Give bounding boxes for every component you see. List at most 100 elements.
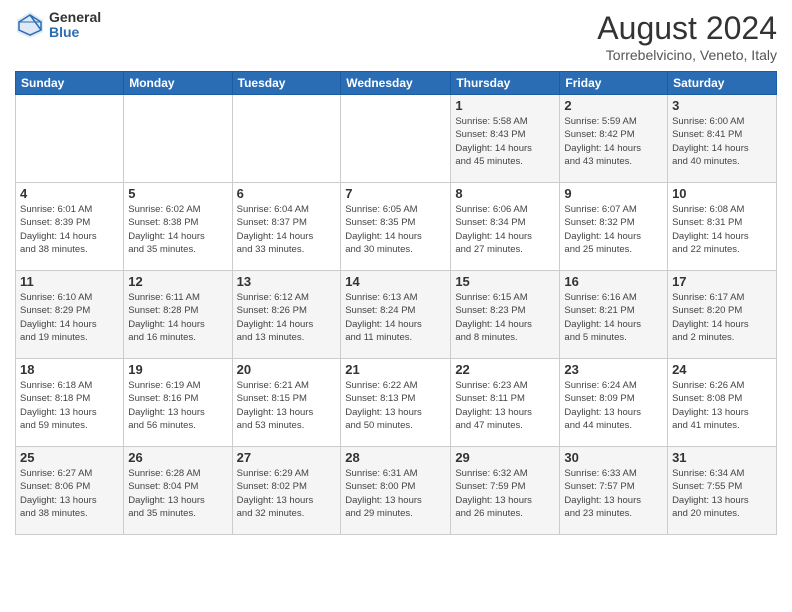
day-info: Sunrise: 6:12 AM Sunset: 8:26 PM Dayligh… xyxy=(237,291,337,344)
calendar-cell: 18Sunrise: 6:18 AM Sunset: 8:18 PM Dayli… xyxy=(16,359,124,447)
calendar-week-2: 11 Sunrise: 6:10 AM Sunset: 8:29 PM Dayli… xyxy=(16,271,777,359)
calendar-cell: 29Sunrise: 6:32 AM Sunset: 7:59 PM Dayli… xyxy=(451,447,560,535)
day-info: Sunrise: 6:26 AM Sunset: 8:08 PM Dayligh… xyxy=(672,379,772,432)
day-info: Sunrise: 5:58 AM Sunset: 8:43 PM Dayligh… xyxy=(455,115,555,168)
day-info: Sunrise: 6:17 AM Sunset: 8:20 PM Dayligh… xyxy=(672,291,772,344)
calendar-cell: 30 Sunrise: 6:33 AM Sunset: 7:57 PM Dayli… xyxy=(560,447,668,535)
calendar-cell: 7 Sunrise: 6:05 AM Sunset: 8:35 PM Daylig… xyxy=(341,183,451,271)
logo: General Blue xyxy=(15,10,101,41)
day-info: Sunrise: 6:08 AM Sunset: 8:31 PM Dayligh… xyxy=(672,203,772,256)
day-number: 19 xyxy=(128,362,227,377)
calendar-cell: 17 Sunrise: 6:17 AM Sunset: 8:20 PM Dayli… xyxy=(668,271,777,359)
calendar-cell: 28Sunrise: 6:31 AM Sunset: 8:00 PM Dayli… xyxy=(341,447,451,535)
calendar-week-0: 1 Sunrise: 5:58 AM Sunset: 8:43 PM Daylig… xyxy=(16,95,777,183)
calendar-cell: 27 Sunrise: 6:29 AM Sunset: 8:02 PM Dayli… xyxy=(232,447,341,535)
day-number: 20 xyxy=(237,362,337,377)
calendar-week-1: 4 Sunrise: 6:01 AM Sunset: 8:39 PM Daylig… xyxy=(16,183,777,271)
logo-blue: Blue xyxy=(49,25,101,40)
day-number: 13 xyxy=(237,274,337,289)
calendar-table: Sunday Monday Tuesday Wednesday Thursday… xyxy=(15,71,777,535)
day-info: Sunrise: 6:22 AM Sunset: 8:13 PM Dayligh… xyxy=(345,379,446,432)
day-number: 26 xyxy=(128,450,227,465)
day-info: Sunrise: 6:32 AM Sunset: 7:59 PM Dayligh… xyxy=(455,467,555,520)
day-number: 12 xyxy=(128,274,227,289)
day-info: Sunrise: 6:02 AM Sunset: 8:38 PM Dayligh… xyxy=(128,203,227,256)
day-number: 24 xyxy=(672,362,772,377)
day-info: Sunrise: 6:15 AM Sunset: 8:23 PM Dayligh… xyxy=(455,291,555,344)
calendar-cell: 5 Sunrise: 6:02 AM Sunset: 8:38 PM Daylig… xyxy=(124,183,232,271)
day-info: Sunrise: 6:10 AM Sunset: 8:29 PM Dayligh… xyxy=(20,291,119,344)
calendar-cell xyxy=(124,95,232,183)
calendar-cell: 24 Sunrise: 6:26 AM Sunset: 8:08 PM Dayli… xyxy=(668,359,777,447)
day-info: Sunrise: 6:07 AM Sunset: 8:32 PM Dayligh… xyxy=(564,203,663,256)
day-number: 9 xyxy=(564,186,663,201)
day-number: 16 xyxy=(564,274,663,289)
day-info: Sunrise: 6:06 AM Sunset: 8:34 PM Dayligh… xyxy=(455,203,555,256)
calendar-cell: 3Sunrise: 6:00 AM Sunset: 8:41 PM Daylig… xyxy=(668,95,777,183)
day-info: Sunrise: 6:28 AM Sunset: 8:04 PM Dayligh… xyxy=(128,467,227,520)
calendar-cell: 21 Sunrise: 6:22 AM Sunset: 8:13 PM Dayli… xyxy=(341,359,451,447)
day-number: 22 xyxy=(455,362,555,377)
page-container: General Blue August 2024 Torrebelvicino,… xyxy=(0,0,792,612)
calendar-cell: 8Sunrise: 6:06 AM Sunset: 8:34 PM Daylig… xyxy=(451,183,560,271)
day-info: Sunrise: 6:33 AM Sunset: 7:57 PM Dayligh… xyxy=(564,467,663,520)
day-info: Sunrise: 6:01 AM Sunset: 8:39 PM Dayligh… xyxy=(20,203,119,256)
day-number: 18 xyxy=(20,362,119,377)
day-info: Sunrise: 6:00 AM Sunset: 8:41 PM Dayligh… xyxy=(672,115,772,168)
logo-general: General xyxy=(49,10,101,25)
day-number: 30 xyxy=(564,450,663,465)
logo-icon xyxy=(15,10,45,40)
calendar-header: Sunday Monday Tuesday Wednesday Thursday… xyxy=(16,72,777,95)
calendar-cell: 26 Sunrise: 6:28 AM Sunset: 8:04 PM Dayli… xyxy=(124,447,232,535)
col-thursday: Thursday xyxy=(451,72,560,95)
calendar-cell: 10Sunrise: 6:08 AM Sunset: 8:31 PM Dayli… xyxy=(668,183,777,271)
title-block: August 2024 Torrebelvicino, Veneto, Ital… xyxy=(597,10,777,63)
day-number: 7 xyxy=(345,186,446,201)
day-info: Sunrise: 6:16 AM Sunset: 8:21 PM Dayligh… xyxy=(564,291,663,344)
day-number: 23 xyxy=(564,362,663,377)
calendar-cell xyxy=(341,95,451,183)
calendar-cell: 2 Sunrise: 5:59 AM Sunset: 8:42 PM Daylig… xyxy=(560,95,668,183)
calendar-week-4: 25Sunrise: 6:27 AM Sunset: 8:06 PM Dayli… xyxy=(16,447,777,535)
day-info: Sunrise: 6:11 AM Sunset: 8:28 PM Dayligh… xyxy=(128,291,227,344)
calendar-cell: 12 Sunrise: 6:11 AM Sunset: 8:28 PM Dayli… xyxy=(124,271,232,359)
day-number: 2 xyxy=(564,98,663,113)
calendar-cell xyxy=(16,95,124,183)
day-number: 4 xyxy=(20,186,119,201)
col-friday: Friday xyxy=(560,72,668,95)
calendar-cell: 20Sunrise: 6:21 AM Sunset: 8:15 PM Dayli… xyxy=(232,359,341,447)
calendar-cell: 13 Sunrise: 6:12 AM Sunset: 8:26 PM Dayli… xyxy=(232,271,341,359)
calendar-cell: 25Sunrise: 6:27 AM Sunset: 8:06 PM Dayli… xyxy=(16,447,124,535)
day-info: Sunrise: 6:27 AM Sunset: 8:06 PM Dayligh… xyxy=(20,467,119,520)
col-saturday: Saturday xyxy=(668,72,777,95)
col-wednesday: Wednesday xyxy=(341,72,451,95)
logo-text: General Blue xyxy=(49,10,101,41)
calendar-cell: 22 Sunrise: 6:23 AM Sunset: 8:11 PM Dayli… xyxy=(451,359,560,447)
calendar-body: 1 Sunrise: 5:58 AM Sunset: 8:43 PM Daylig… xyxy=(16,95,777,535)
day-info: Sunrise: 6:29 AM Sunset: 8:02 PM Dayligh… xyxy=(237,467,337,520)
day-info: Sunrise: 6:34 AM Sunset: 7:55 PM Dayligh… xyxy=(672,467,772,520)
day-number: 11 xyxy=(20,274,119,289)
day-info: Sunrise: 6:23 AM Sunset: 8:11 PM Dayligh… xyxy=(455,379,555,432)
calendar-cell: 9 Sunrise: 6:07 AM Sunset: 8:32 PM Daylig… xyxy=(560,183,668,271)
main-title: August 2024 xyxy=(597,10,777,47)
col-tuesday: Tuesday xyxy=(232,72,341,95)
day-number: 1 xyxy=(455,98,555,113)
day-info: Sunrise: 6:05 AM Sunset: 8:35 PM Dayligh… xyxy=(345,203,446,256)
day-info: Sunrise: 6:24 AM Sunset: 8:09 PM Dayligh… xyxy=(564,379,663,432)
calendar-week-3: 18Sunrise: 6:18 AM Sunset: 8:18 PM Dayli… xyxy=(16,359,777,447)
day-number: 27 xyxy=(237,450,337,465)
calendar-cell: 14 Sunrise: 6:13 AM Sunset: 8:24 PM Dayli… xyxy=(341,271,451,359)
calendar-cell: 11 Sunrise: 6:10 AM Sunset: 8:29 PM Dayli… xyxy=(16,271,124,359)
day-number: 14 xyxy=(345,274,446,289)
day-number: 17 xyxy=(672,274,772,289)
day-number: 21 xyxy=(345,362,446,377)
day-number: 28 xyxy=(345,450,446,465)
day-info: Sunrise: 5:59 AM Sunset: 8:42 PM Dayligh… xyxy=(564,115,663,168)
day-info: Sunrise: 6:13 AM Sunset: 8:24 PM Dayligh… xyxy=(345,291,446,344)
day-info: Sunrise: 6:19 AM Sunset: 8:16 PM Dayligh… xyxy=(128,379,227,432)
day-number: 15 xyxy=(455,274,555,289)
calendar-cell: 4 Sunrise: 6:01 AM Sunset: 8:39 PM Daylig… xyxy=(16,183,124,271)
day-number: 5 xyxy=(128,186,227,201)
calendar-cell: 16 Sunrise: 6:16 AM Sunset: 8:21 PM Dayli… xyxy=(560,271,668,359)
